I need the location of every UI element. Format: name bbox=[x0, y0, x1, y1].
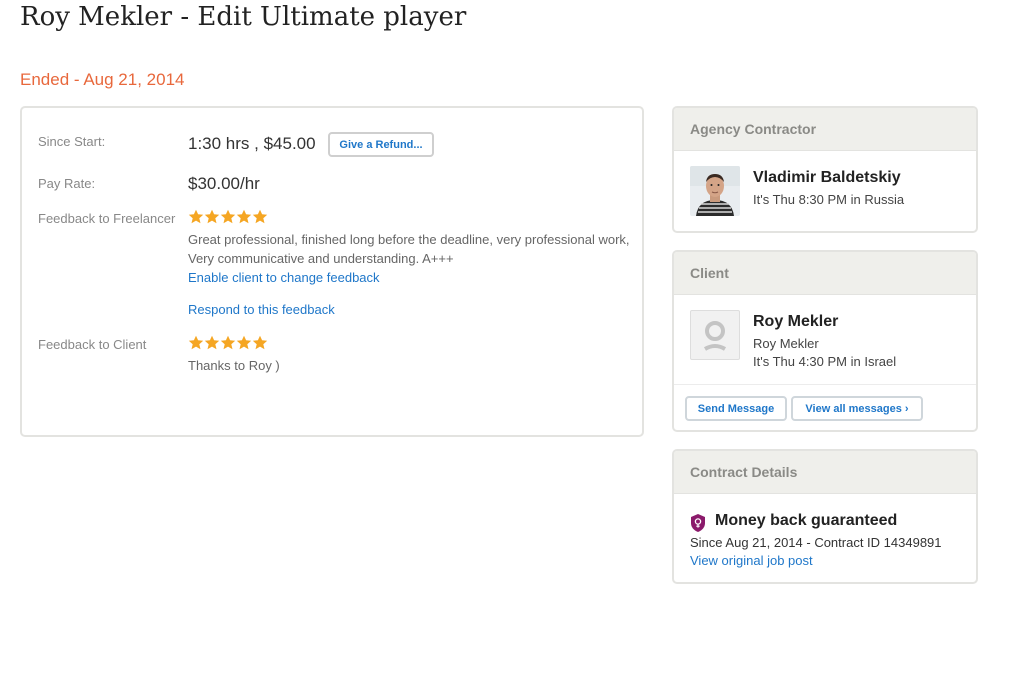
contractor-local-time: It's Thu 8:30 PM in Russia bbox=[753, 192, 905, 207]
client-avatar[interactable] bbox=[690, 310, 740, 360]
user-placeholder-icon bbox=[703, 321, 727, 351]
contract-summary-card: Since Start: 1:30 hrs , $45.00 Give a Re… bbox=[20, 106, 644, 437]
agency-contractor-heading: Agency Contractor bbox=[674, 108, 976, 151]
feedback-client-label: Feedback to Client bbox=[38, 337, 147, 352]
contractor-avatar[interactable] bbox=[690, 166, 740, 216]
star-icon bbox=[236, 209, 252, 224]
give-refund-button[interactable]: Give a Refund... bbox=[328, 132, 434, 157]
contract-details-heading: Contract Details bbox=[674, 451, 976, 494]
star-icon bbox=[204, 335, 220, 350]
client-card-divider bbox=[674, 384, 976, 385]
since-start-value: 1:30 hrs , $45.00 bbox=[188, 134, 316, 153]
send-message-button[interactable]: Send Message bbox=[685, 396, 787, 421]
agency-contractor-card: Agency Contractor Vladimir Baldetskiy It… bbox=[672, 106, 978, 233]
star-icon bbox=[220, 335, 236, 350]
star-icon bbox=[188, 209, 204, 224]
client-card: Client Roy Mekler Roy Mekler It's Thu 4:… bbox=[672, 250, 978, 432]
view-all-messages-button[interactable]: View all messages › bbox=[791, 396, 923, 421]
star-icon bbox=[220, 209, 236, 224]
contract-page: Roy Mekler - Edit Ultimate player Ended … bbox=[0, 0, 1019, 676]
feedback-freelancer-text: Great professional, finished long before… bbox=[188, 232, 630, 266]
star-icon bbox=[236, 335, 252, 350]
star-icon bbox=[252, 335, 268, 350]
contract-since-line: Since Aug 21, 2014 - Contract ID 1434989… bbox=[690, 535, 942, 550]
contract-status: Ended - Aug 21, 2014 bbox=[20, 70, 185, 89]
pay-rate-label: Pay Rate: bbox=[38, 176, 96, 191]
enable-change-feedback-link[interactable]: Enable client to change feedback bbox=[188, 270, 380, 285]
client-name[interactable]: Roy Mekler bbox=[753, 313, 838, 331]
contractor-name[interactable]: Vladimir Baldetskiy bbox=[753, 169, 901, 187]
contractor-avatar-image bbox=[690, 166, 740, 216]
since-start-label: Since Start: bbox=[38, 134, 106, 149]
page-title: Roy Mekler - Edit Ultimate player bbox=[20, 2, 467, 32]
client-local-time: It's Thu 4:30 PM in Israel bbox=[753, 354, 897, 369]
star-icon bbox=[204, 209, 220, 224]
client-rating-stars bbox=[188, 335, 268, 353]
contract-details-card: Contract Details Money back guaranteed S… bbox=[672, 449, 978, 584]
money-back-shield-icon bbox=[691, 514, 705, 532]
feedback-freelancer-label: Feedback to Freelancer bbox=[38, 211, 176, 226]
freelancer-rating-stars bbox=[188, 209, 268, 227]
view-original-job-post-link[interactable]: View original job post bbox=[690, 553, 813, 568]
client-heading: Client bbox=[674, 252, 976, 295]
respond-feedback-link[interactable]: Respond to this feedback bbox=[188, 302, 335, 317]
client-subname: Roy Mekler bbox=[753, 336, 819, 351]
pay-rate-value: $30.00/hr bbox=[188, 174, 260, 193]
feedback-client-text: Thanks to Roy ) bbox=[188, 358, 280, 373]
money-back-guaranteed-label: Money back guaranteed bbox=[715, 512, 898, 529]
star-icon bbox=[252, 209, 268, 224]
star-icon bbox=[188, 335, 204, 350]
